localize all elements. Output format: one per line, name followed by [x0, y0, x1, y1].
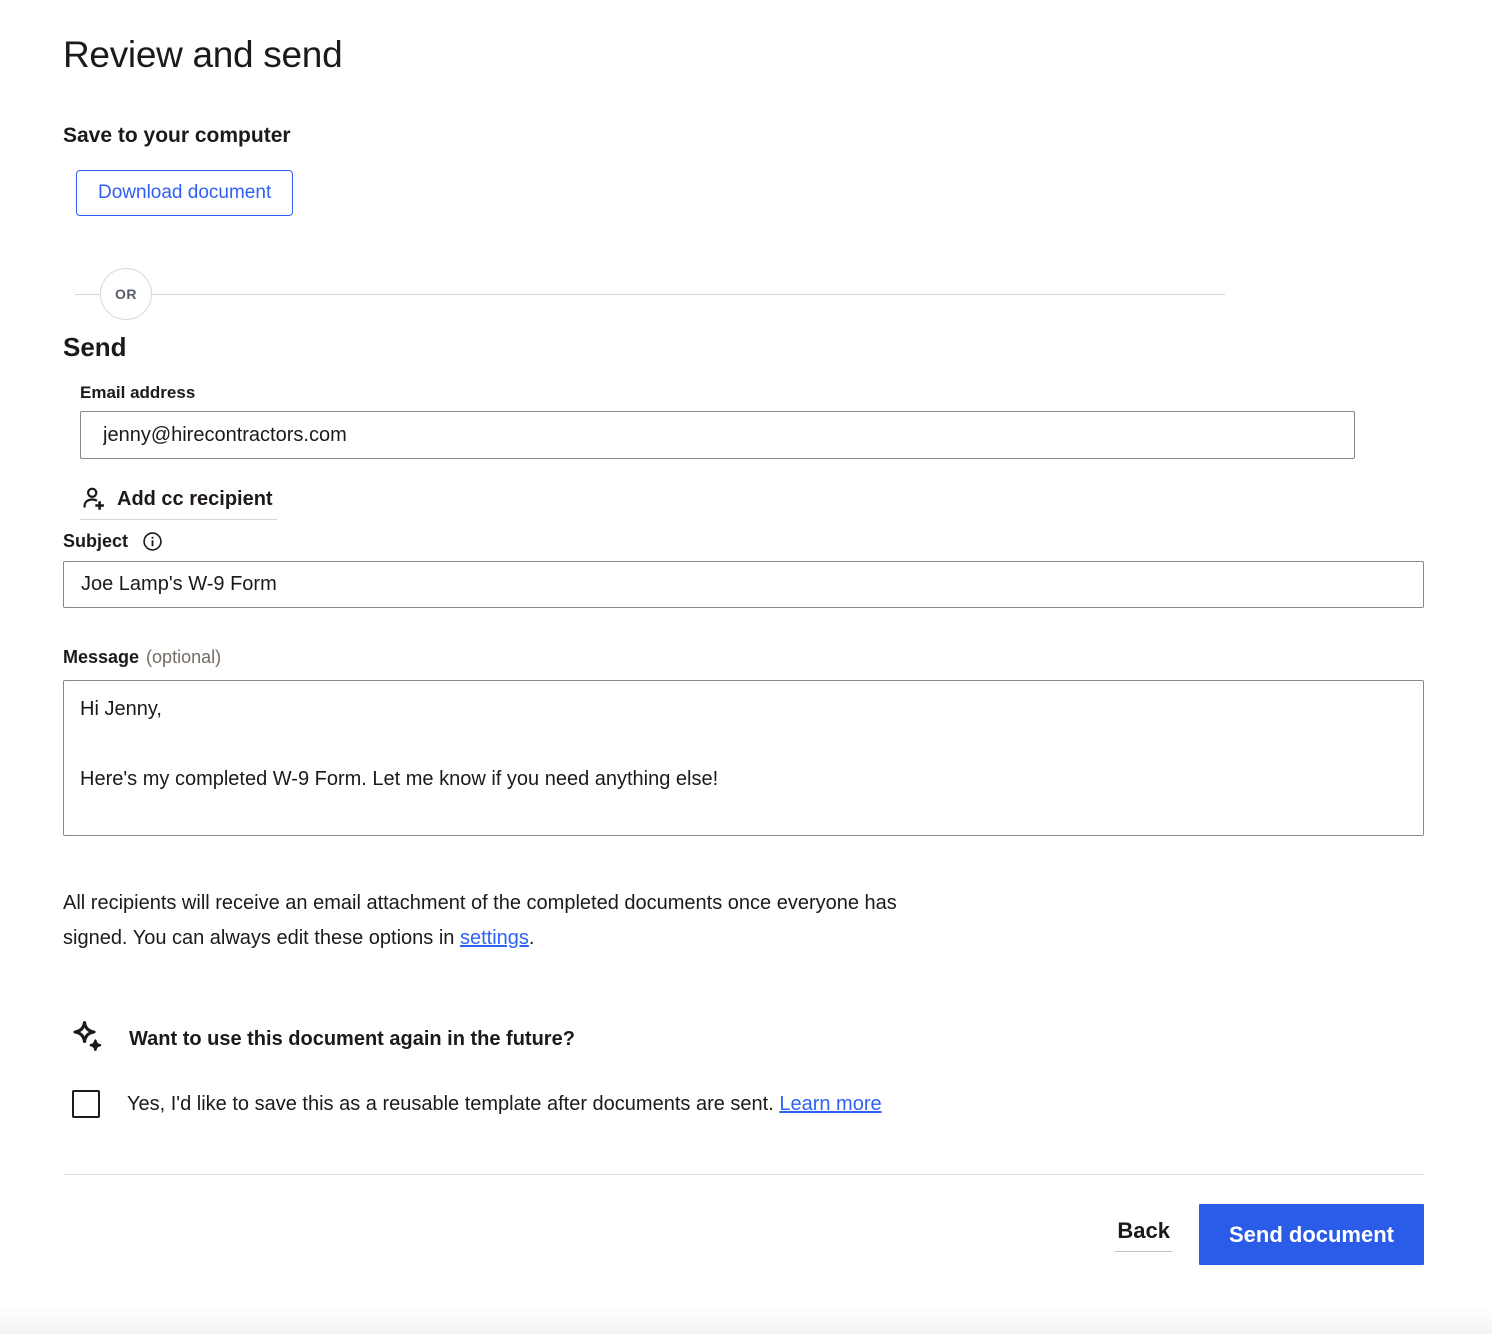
review-and-send-page: Review and send Save to your computer Do… [0, 34, 1492, 1265]
send-section-heading: Send [63, 332, 1424, 363]
template-question-row: Want to use this document again in the f… [70, 1020, 1424, 1058]
save-template-checkbox[interactable] [72, 1090, 100, 1118]
message-label-row: Message (optional) [63, 647, 1424, 668]
recipients-notice: All recipients will receive an email att… [63, 886, 943, 956]
add-cc-recipient-label: Add cc recipient [117, 488, 273, 511]
send-document-button[interactable]: Send document [1199, 1204, 1424, 1265]
page-title: Review and send [63, 34, 1424, 76]
message-label: Message [63, 647, 139, 668]
learn-more-link[interactable]: Learn more [779, 1093, 881, 1115]
template-question-text: Want to use this document again in the f… [129, 1028, 575, 1051]
add-cc-recipient-link[interactable]: Add cc recipient [80, 486, 277, 520]
footer-divider [63, 1174, 1424, 1175]
download-document-button[interactable]: Download document [76, 170, 293, 216]
email-address-input[interactable] [80, 411, 1355, 459]
template-checkbox-row: Yes, I'd like to save this as a reusable… [72, 1090, 1424, 1118]
footer-actions: Back Send document [63, 1204, 1424, 1265]
sparkle-plus-icon [70, 1020, 104, 1058]
info-icon[interactable] [143, 532, 162, 551]
save-template-label-text: Yes, I'd like to save this as a reusable… [127, 1093, 779, 1115]
or-badge: OR [100, 268, 152, 320]
message-textarea[interactable]: Hi Jenny, Here's my completed W-9 Form. … [63, 680, 1424, 836]
bottom-fade-gradient [0, 1306, 1492, 1334]
save-template-label: Yes, I'd like to save this as a reusable… [127, 1093, 882, 1116]
divider-line-right [152, 294, 1225, 295]
or-divider: OR [75, 268, 1225, 320]
email-block: Email address Add cc recipient [80, 383, 1424, 520]
settings-link[interactable]: settings [460, 927, 529, 949]
message-optional-tag: (optional) [146, 647, 221, 668]
divider-line-left [75, 294, 100, 295]
subject-label: Subject [63, 531, 128, 552]
save-section-heading: Save to your computer [63, 124, 1424, 148]
subject-input[interactable] [63, 561, 1424, 608]
notice-suffix: . [529, 927, 535, 949]
person-plus-icon [80, 486, 106, 512]
email-address-label: Email address [80, 383, 1424, 403]
subject-label-row: Subject [63, 531, 1424, 552]
back-button[interactable]: Back [1115, 1218, 1172, 1252]
